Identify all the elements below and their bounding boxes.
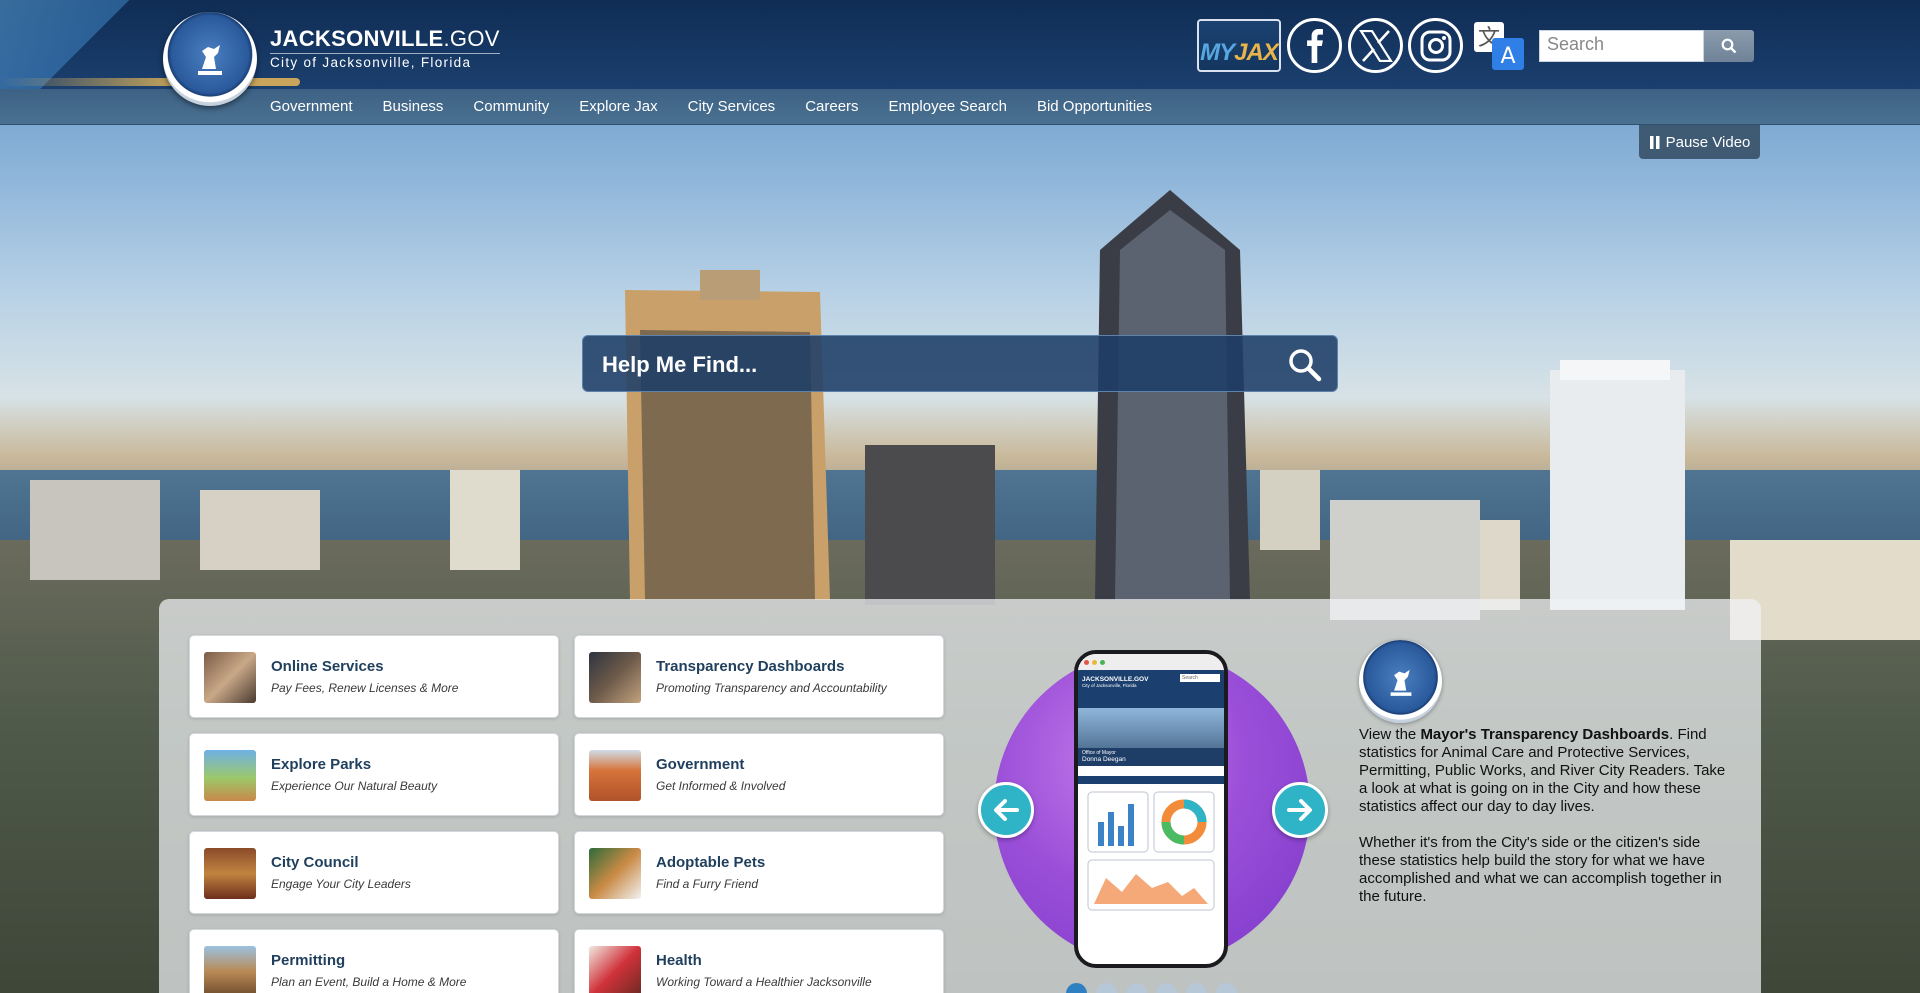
card-title: Health [656,952,702,969]
quick-link-health[interactable]: Health Working Toward a Healthier Jackson… [574,929,944,993]
card-title: City Council [271,854,359,871]
svg-text:A: A [1500,44,1515,69]
carousel-dot[interactable] [1126,983,1147,993]
pause-video-label: Pause Video [1665,133,1751,151]
promo-paragraph-2: Whether it's from the City's side or the… [1359,834,1722,905]
quick-link-city-council[interactable]: City Council Engage Your City Leaders [189,831,559,914]
site-header: JACKSONVILLE.GOV City of Jacksonville, F… [0,0,1920,89]
card-title: Explore Parks [271,756,372,773]
phone-dashboard-graphics [1087,791,1215,911]
card-description: Working Toward a Healthier Jacksonville [656,975,872,989]
site-brand[interactable]: JACKSONVILLE.GOV City of Jacksonville, F… [270,26,500,70]
promo-phone-mockup: JACKSONVILLE.GOV City of Jacksonville, F… [1074,650,1228,968]
nav-item-employee-search[interactable]: Employee Search [874,89,1022,125]
brand-title: JACKSONVILLE.GOV [270,26,500,51]
transparency-dashboards-link[interactable]: Mayor's Transparency Dashboards [1420,726,1669,743]
explore-parks-thumbnail [204,750,256,801]
arrow-right-icon [1287,799,1312,821]
adoptable-pets-thumbnail [589,848,641,899]
phone-mayor-banner: Office of Mayor Donna Deegan [1078,748,1224,766]
nav-item-bid-opportunities[interactable]: Bid Opportunities [1022,89,1167,125]
card-title: Transparency Dashboards [656,658,845,675]
city-seal-logo[interactable] [163,12,257,106]
pause-icon [1649,135,1660,149]
carousel-dot[interactable] [1186,983,1207,993]
quick-link-adoptable-pets[interactable]: Adoptable Pets Find a Furry Friend [574,831,944,914]
promo-city-seal [1359,640,1442,723]
nav-item-government[interactable]: Government [255,89,368,125]
x-twitter-icon [1358,29,1393,62]
quick-link-transparency-dashboards[interactable]: Transparency Dashboards Promoting Transpa… [574,635,944,718]
card-description: Get Informed & Involved [656,779,786,793]
health-thumbnail [589,946,641,993]
carousel-indicators [1066,983,1237,993]
quick-link-online-services[interactable]: Online Services Pay Fees, Renew Licenses … [189,635,559,718]
card-description: Plan an Event, Build a Home & More [271,975,467,989]
card-description: Find a Furry Friend [656,877,759,891]
card-title: Adoptable Pets [656,854,766,871]
phone-hero-image: Office of Mayor Donna Deegan [1078,708,1224,766]
quick-link-government[interactable]: Government Get Informed & Involved [574,733,944,816]
facebook-icon [1306,28,1323,63]
header-search-button[interactable] [1704,30,1754,62]
city-council-thumbnail [204,848,256,899]
seal-horse-icon [198,45,222,75]
card-description: Promoting Transparency and Accountabilit… [656,681,887,695]
main-nav-list: Government Business Community Explore Jax Ci… [255,89,1167,125]
carousel-dot[interactable] [1156,983,1177,993]
quick-link-explore-parks[interactable]: Explore Parks Experience Our Natural Beau… [189,733,559,816]
phone-bar [1078,776,1224,784]
promo-description: View the Mayor's Transparency Dashboards… [1359,726,1729,924]
carousel-next-button[interactable] [1272,782,1328,838]
government-thumbnail [589,750,641,801]
nav-item-careers[interactable]: Careers [790,89,873,125]
carousel-dot[interactable] [1096,983,1117,993]
pause-video-button[interactable]: Pause Video [1639,125,1760,159]
carousel-prev-button[interactable] [978,782,1034,838]
card-description: Experience Our Natural Beauty [271,779,438,793]
header-search-input[interactable]: Search [1539,30,1704,62]
card-title: Permitting [271,952,346,969]
help-me-find-search[interactable]: Help Me Find... [582,335,1338,392]
carousel-dot[interactable] [1216,983,1237,993]
online-services-thumbnail [204,652,256,703]
help-me-find-placeholder: Help Me Find... [602,352,758,377]
transparency-dashboards-thumbnail [589,652,641,703]
promo-paragraph-1: View the Mayor's Transparency Dashboards… [1359,726,1726,815]
header-accent [0,0,170,89]
instagram-icon [1420,30,1451,61]
phone-browser-bar [1078,654,1224,670]
nav-item-explore-jax[interactable]: Explore Jax [564,89,672,125]
facebook-link[interactable] [1287,18,1342,73]
nav-item-business[interactable]: Business [368,89,459,125]
search-icon[interactable] [1287,347,1323,383]
myjax-logo: MYJAX [1200,38,1279,66]
header-gold-stripe [0,78,300,86]
main-nav: Government Business Community Explore Jax Ci… [0,89,1920,125]
quick-link-permitting[interactable]: Permitting Plan an Event, Build a Home & … [189,929,559,993]
translate-icon: 文 A [1474,22,1524,70]
instagram-link[interactable] [1408,18,1463,73]
myjax-link[interactable]: MYJAX [1197,19,1281,72]
seal-horse-icon [1390,669,1411,696]
carousel-dot[interactable] [1066,983,1087,993]
permitting-thumbnail [204,946,256,993]
arrow-left-icon [994,799,1019,821]
card-title: Online Services [271,658,384,675]
translate-button[interactable]: 文 A [1472,20,1528,72]
phone-site-header: JACKSONVILLE.GOV City of Jacksonville, F… [1078,670,1224,708]
card-title: Government [656,756,745,773]
brand-subtitle: City of Jacksonville, Florida [270,53,500,70]
search-icon [1721,38,1737,54]
x-twitter-link[interactable] [1348,18,1403,73]
nav-item-community[interactable]: Community [458,89,564,125]
card-description: Pay Fees, Renew Licenses & More [271,681,459,695]
card-description: Engage Your City Leaders [271,877,411,891]
nav-item-city-services[interactable]: City Services [673,89,791,125]
